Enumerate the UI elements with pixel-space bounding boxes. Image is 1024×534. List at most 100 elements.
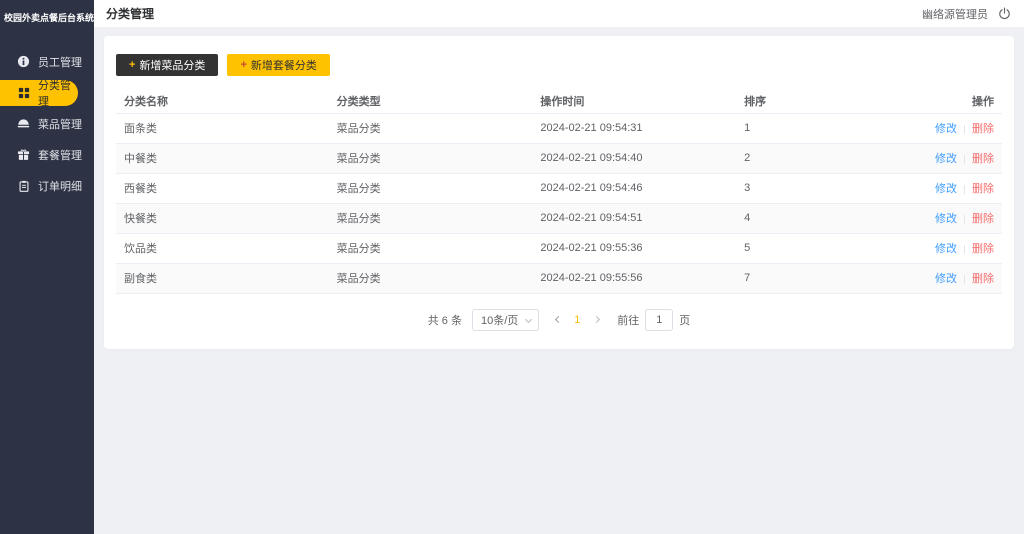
user-info-icon (17, 55, 30, 68)
plus-icon: + (129, 59, 135, 71)
sidebar-item-label: 菜品管理 (38, 116, 82, 132)
toolbar: + 新增菜品分类 + 新增套餐分类 (116, 54, 1002, 76)
goto-label: 前往 (617, 312, 639, 328)
column-header-time: 操作时间 (532, 90, 736, 113)
action-divider (964, 185, 965, 194)
delete-link[interactable]: 删除 (972, 243, 994, 255)
cell-sort: 3 (736, 173, 878, 203)
cell-category-name: 西餐类 (116, 173, 329, 203)
cell-operation-time: 2024-02-21 09:54:31 (532, 113, 736, 143)
edit-link[interactable]: 修改 (935, 213, 957, 225)
cell-sort: 1 (736, 113, 878, 143)
action-divider (964, 155, 965, 164)
cell-category-name: 面条类 (116, 113, 329, 143)
content-area: + 新增菜品分类 + 新增套餐分类 分类名称 分类类型 操作时间 排序 操作 (94, 28, 1024, 357)
cell-operation-time: 2024-02-21 09:55:36 (532, 233, 736, 263)
table-row: 中餐类 菜品分类 2024-02-21 09:54:40 2 修改 删除 (116, 143, 1002, 173)
page-title: 分类管理 (106, 5, 154, 22)
plus-icon: + (240, 59, 246, 71)
sidebar-item-label: 订单明细 (38, 178, 82, 194)
cell-category-name: 中餐类 (116, 143, 329, 173)
pagination: 共 6 条 10条/页 1 前往 页 (116, 294, 1002, 349)
next-page-button[interactable] (587, 309, 605, 331)
sidebar-item-label: 员工管理 (38, 54, 82, 70)
sidebar-nav: 员工管理 分类管理 菜品管理 套餐管理 订单明细 (0, 46, 94, 201)
cell-category-name: 饮品类 (116, 233, 329, 263)
username: 幽络源管理员 (922, 6, 988, 22)
table-row: 副食类 菜品分类 2024-02-21 09:55:56 7 修改 删除 (116, 263, 1002, 293)
edit-link[interactable]: 修改 (935, 153, 957, 165)
cell-category-type: 菜品分类 (329, 233, 533, 263)
cell-category-type: 菜品分类 (329, 113, 533, 143)
cell-operation-time: 2024-02-21 09:54:46 (532, 173, 736, 203)
table-row: 西餐类 菜品分类 2024-02-21 09:54:46 3 修改 删除 (116, 173, 1002, 203)
order-list-icon (17, 179, 30, 192)
page-size-select[interactable]: 10条/页 (472, 309, 539, 331)
cell-operation-time: 2024-02-21 09:54:40 (532, 143, 736, 173)
delete-link[interactable]: 删除 (972, 153, 994, 165)
prev-page-button[interactable] (549, 309, 567, 331)
cell-sort: 4 (736, 203, 878, 233)
table-row: 饮品类 菜品分类 2024-02-21 09:55:36 5 修改 删除 (116, 233, 1002, 263)
add-combo-category-label: 新增套餐分类 (251, 57, 317, 73)
delete-link[interactable]: 删除 (972, 123, 994, 135)
action-divider (964, 125, 965, 134)
column-header-type: 分类类型 (329, 90, 533, 113)
cell-sort: 5 (736, 233, 878, 263)
edit-link[interactable]: 修改 (935, 243, 957, 255)
action-divider (964, 215, 965, 224)
add-dish-category-label: 新增菜品分类 (139, 57, 205, 73)
category-management-card: + 新增菜品分类 + 新增套餐分类 分类名称 分类类型 操作时间 排序 操作 (104, 36, 1014, 349)
page-size-value: 10条/页 (481, 312, 518, 328)
topbar-right: 幽络源管理员 (922, 6, 1012, 22)
table-header-row: 分类名称 分类类型 操作时间 排序 操作 (116, 90, 1002, 113)
topbar: 分类管理 幽络源管理员 (94, 0, 1024, 28)
sidebar-item-employees[interactable]: 员工管理 (0, 46, 94, 77)
delete-link[interactable]: 删除 (972, 213, 994, 225)
chevron-right-icon (593, 316, 600, 323)
sidebar: 校园外卖点餐后台系统 员工管理 分类管理 菜品管理 套餐管理 (0, 0, 94, 534)
cell-operation-time: 2024-02-21 09:55:56 (532, 263, 736, 293)
cell-sort: 7 (736, 263, 878, 293)
cell-category-name: 副食类 (116, 263, 329, 293)
add-combo-category-button[interactable]: + 新增套餐分类 (227, 54, 329, 76)
dish-icon (17, 117, 30, 130)
table-row: 快餐类 菜品分类 2024-02-21 09:54:51 4 修改 删除 (116, 203, 1002, 233)
edit-link[interactable]: 修改 (935, 183, 957, 195)
main-area: 分类管理 幽络源管理员 + 新增菜品分类 + 新增套餐分类 (94, 0, 1024, 534)
add-dish-category-button[interactable]: + 新增菜品分类 (116, 54, 218, 76)
goto-page-input[interactable] (645, 309, 673, 331)
delete-link[interactable]: 删除 (972, 183, 994, 195)
sidebar-item-categories[interactable]: 分类管理 (0, 80, 78, 106)
cell-category-type: 菜品分类 (329, 143, 533, 173)
app-logo: 校园外卖点餐后台系统 (0, 0, 94, 24)
sidebar-item-dishes[interactable]: 菜品管理 (0, 108, 94, 139)
column-header-sort: 排序 (736, 90, 878, 113)
total-count: 共 6 条 (428, 312, 462, 328)
category-table: 分类名称 分类类型 操作时间 排序 操作 面条类 菜品分类 2024-02-21… (116, 90, 1002, 294)
edit-link[interactable]: 修改 (935, 123, 957, 135)
chevron-down-icon (525, 315, 532, 322)
cell-category-type: 菜品分类 (329, 173, 533, 203)
table-row: 面条类 菜品分类 2024-02-21 09:54:31 1 修改 删除 (116, 113, 1002, 143)
action-divider (964, 245, 965, 254)
sidebar-item-label: 套餐管理 (38, 147, 82, 163)
power-logout-icon[interactable] (998, 7, 1012, 21)
action-divider (964, 275, 965, 284)
sidebar-item-orders[interactable]: 订单明细 (0, 170, 94, 201)
combo-gift-icon (17, 148, 30, 161)
cell-category-type: 菜品分类 (329, 263, 533, 293)
cell-category-type: 菜品分类 (329, 203, 533, 233)
sidebar-item-label: 分类管理 (38, 77, 78, 109)
current-page[interactable]: 1 (567, 314, 587, 326)
delete-link[interactable]: 删除 (972, 273, 994, 285)
sidebar-item-combos[interactable]: 套餐管理 (0, 139, 94, 170)
page-unit-label: 页 (679, 312, 690, 328)
cell-sort: 2 (736, 143, 878, 173)
edit-link[interactable]: 修改 (935, 273, 957, 285)
grid-icon (17, 86, 30, 99)
cell-category-name: 快餐类 (116, 203, 329, 233)
cell-operation-time: 2024-02-21 09:54:51 (532, 203, 736, 233)
column-header-actions: 操作 (878, 90, 1002, 113)
column-header-name: 分类名称 (116, 90, 329, 113)
